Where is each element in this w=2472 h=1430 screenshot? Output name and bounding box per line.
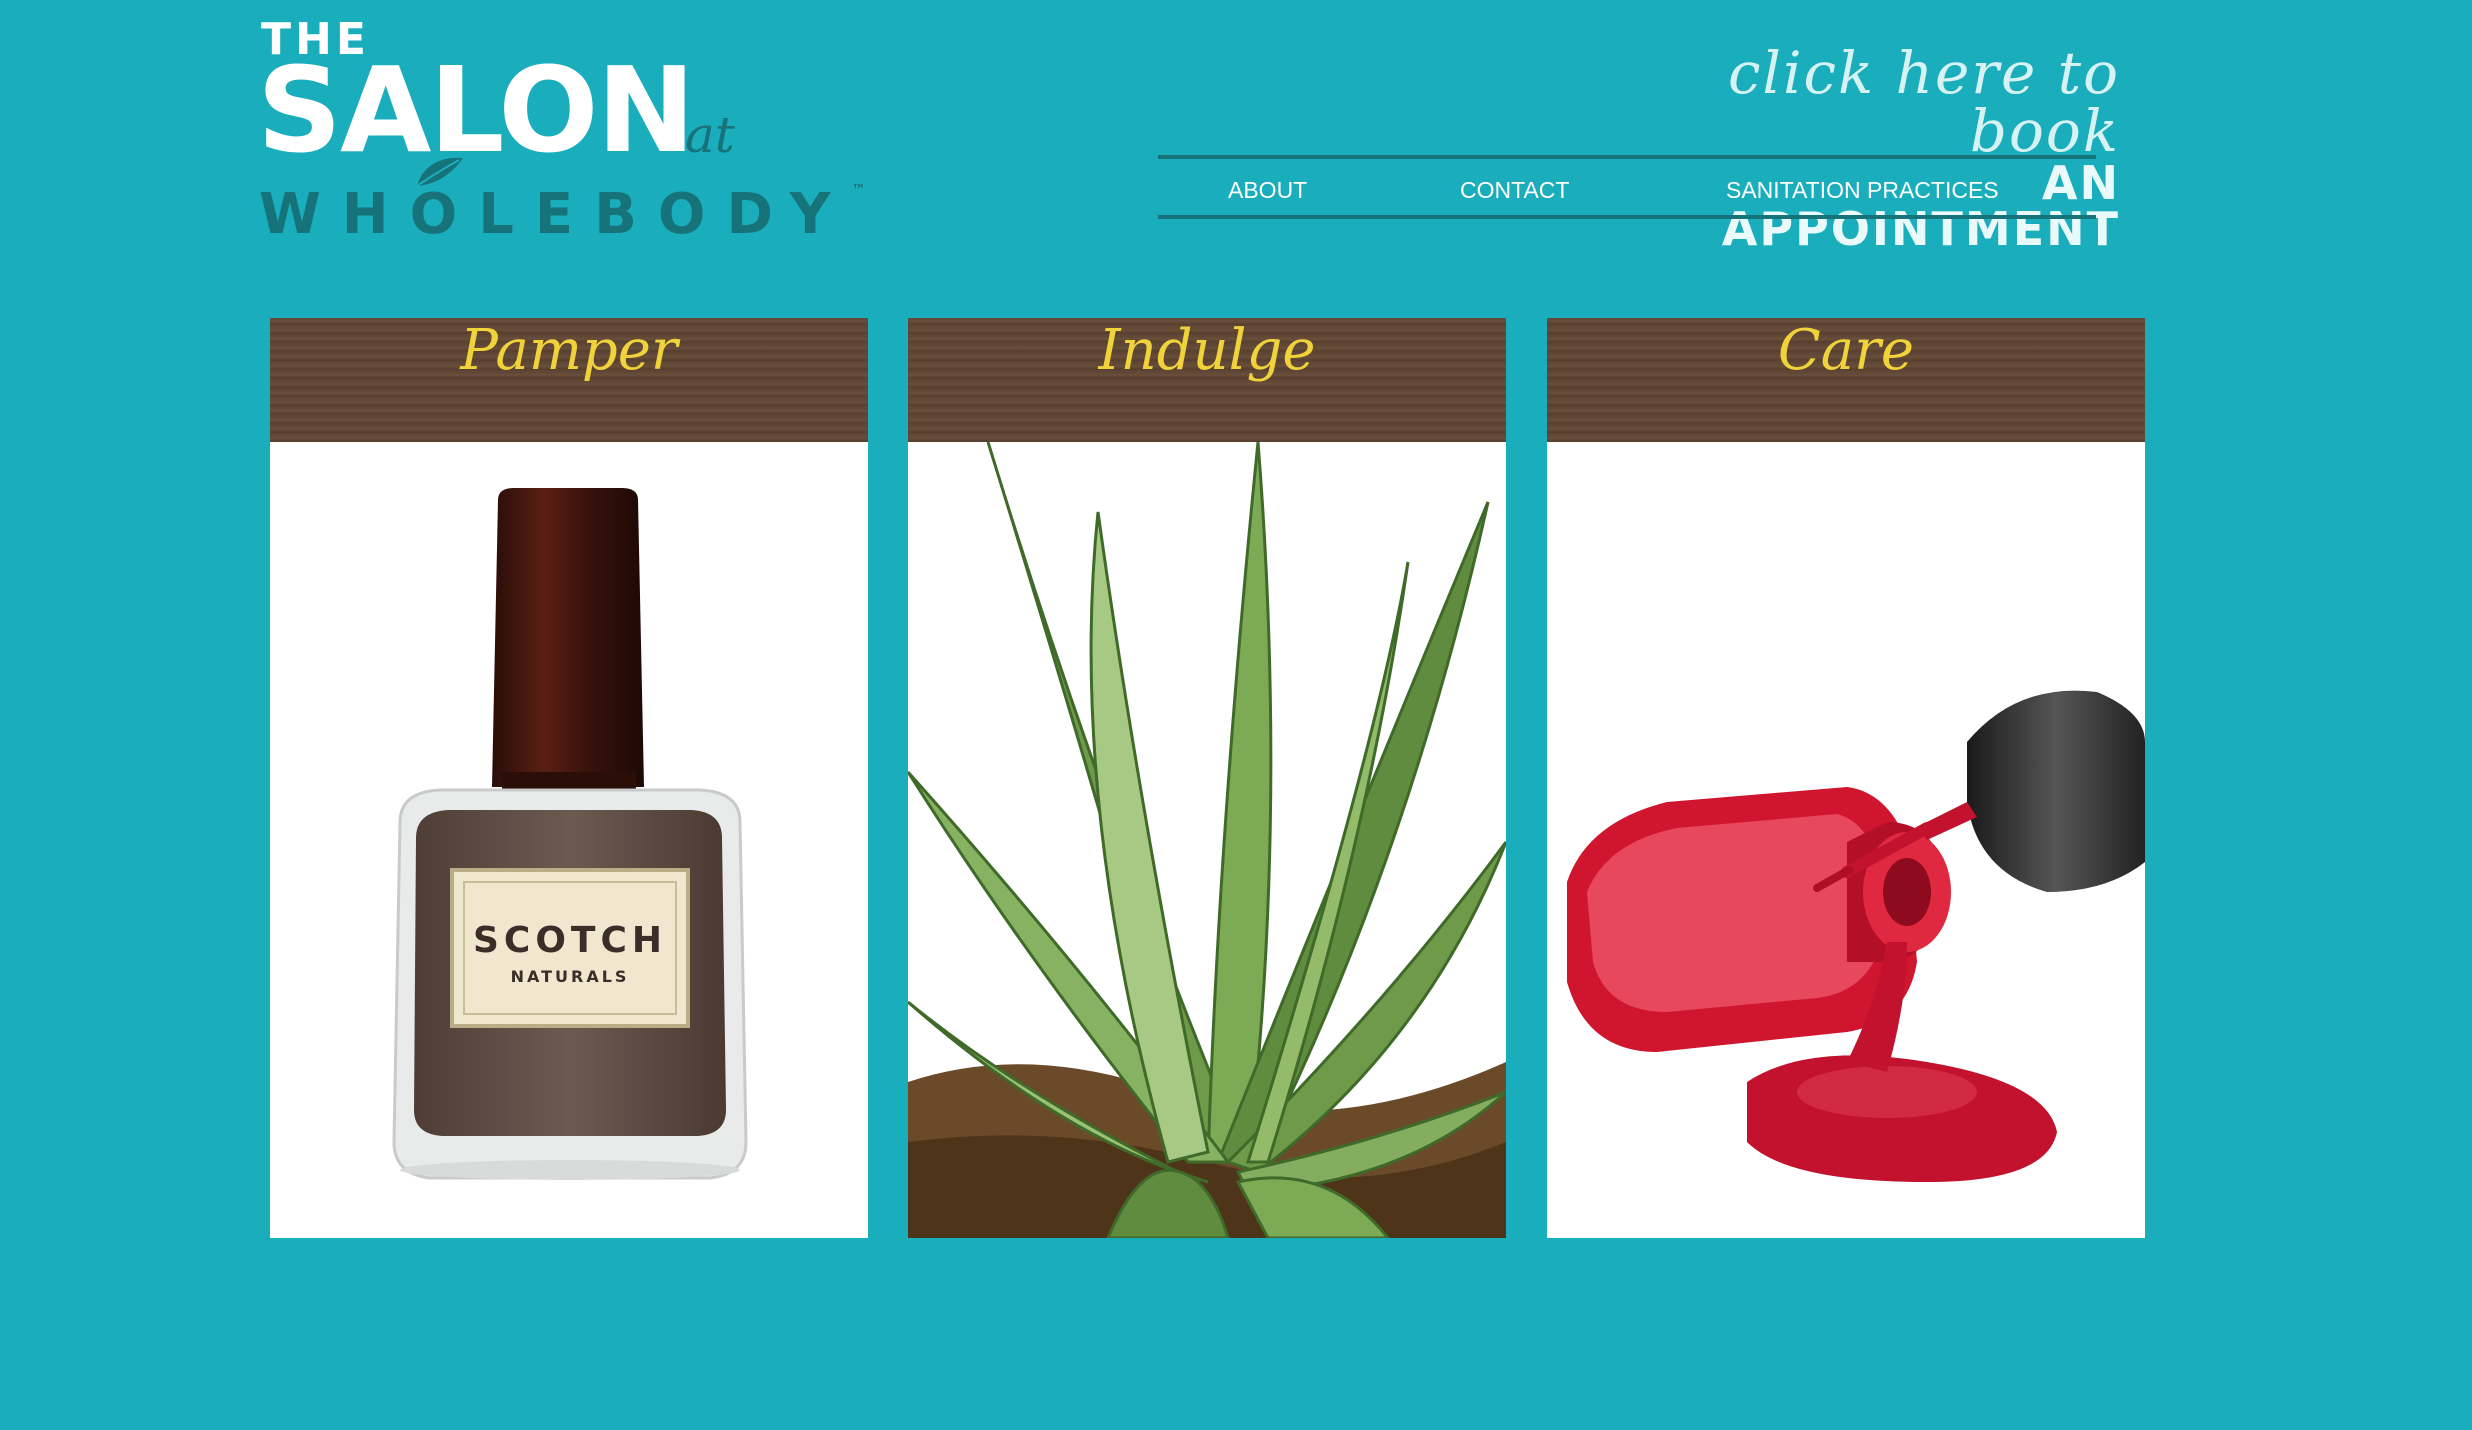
nav-sanitation-practices[interactable]: SANITATION PRACTICES xyxy=(1726,177,1999,204)
logo-at: at xyxy=(685,106,735,164)
card-care[interactable]: Care xyxy=(1547,318,2145,1238)
main-nav: ABOUT CONTACT SANITATION PRACTICES xyxy=(1158,155,2096,219)
label-brand: SCOTCH xyxy=(473,920,667,961)
aloe-plant-image xyxy=(908,442,1506,1238)
card-title: Pamper xyxy=(270,318,868,442)
logo-salon: SALON xyxy=(257,41,695,179)
card-title: Indulge xyxy=(908,318,1506,442)
card-pamper[interactable]: Pamper SCOTCH NATURALS xyxy=(270,318,868,1238)
label-sub: NATURALS xyxy=(511,967,630,986)
nav-contact[interactable]: CONTACT xyxy=(1460,177,1569,204)
nav-about[interactable]: ABOUT xyxy=(1228,177,1307,204)
logo-wholebody: WHOLEBODY™ xyxy=(259,182,865,247)
logo-body: BODY xyxy=(594,182,852,247)
book-appointment-link[interactable]: click here to book AN APPOINTMENT xyxy=(1640,44,2120,252)
spilled-red-polish-image xyxy=(1547,442,2145,1238)
nail-polish-bottle-image: SCOTCH NATURALS xyxy=(270,442,868,1238)
card-title: Care xyxy=(1547,318,2145,442)
appointment-line1: click here to book xyxy=(1727,39,2120,165)
logo-whole: WHOLE xyxy=(259,182,595,247)
logo-tm: ™ xyxy=(851,182,866,198)
card-indulge[interactable]: Indulge xyxy=(908,318,1506,1238)
site-logo[interactable]: THE SALON at WHOLEBODY™ xyxy=(257,14,865,247)
